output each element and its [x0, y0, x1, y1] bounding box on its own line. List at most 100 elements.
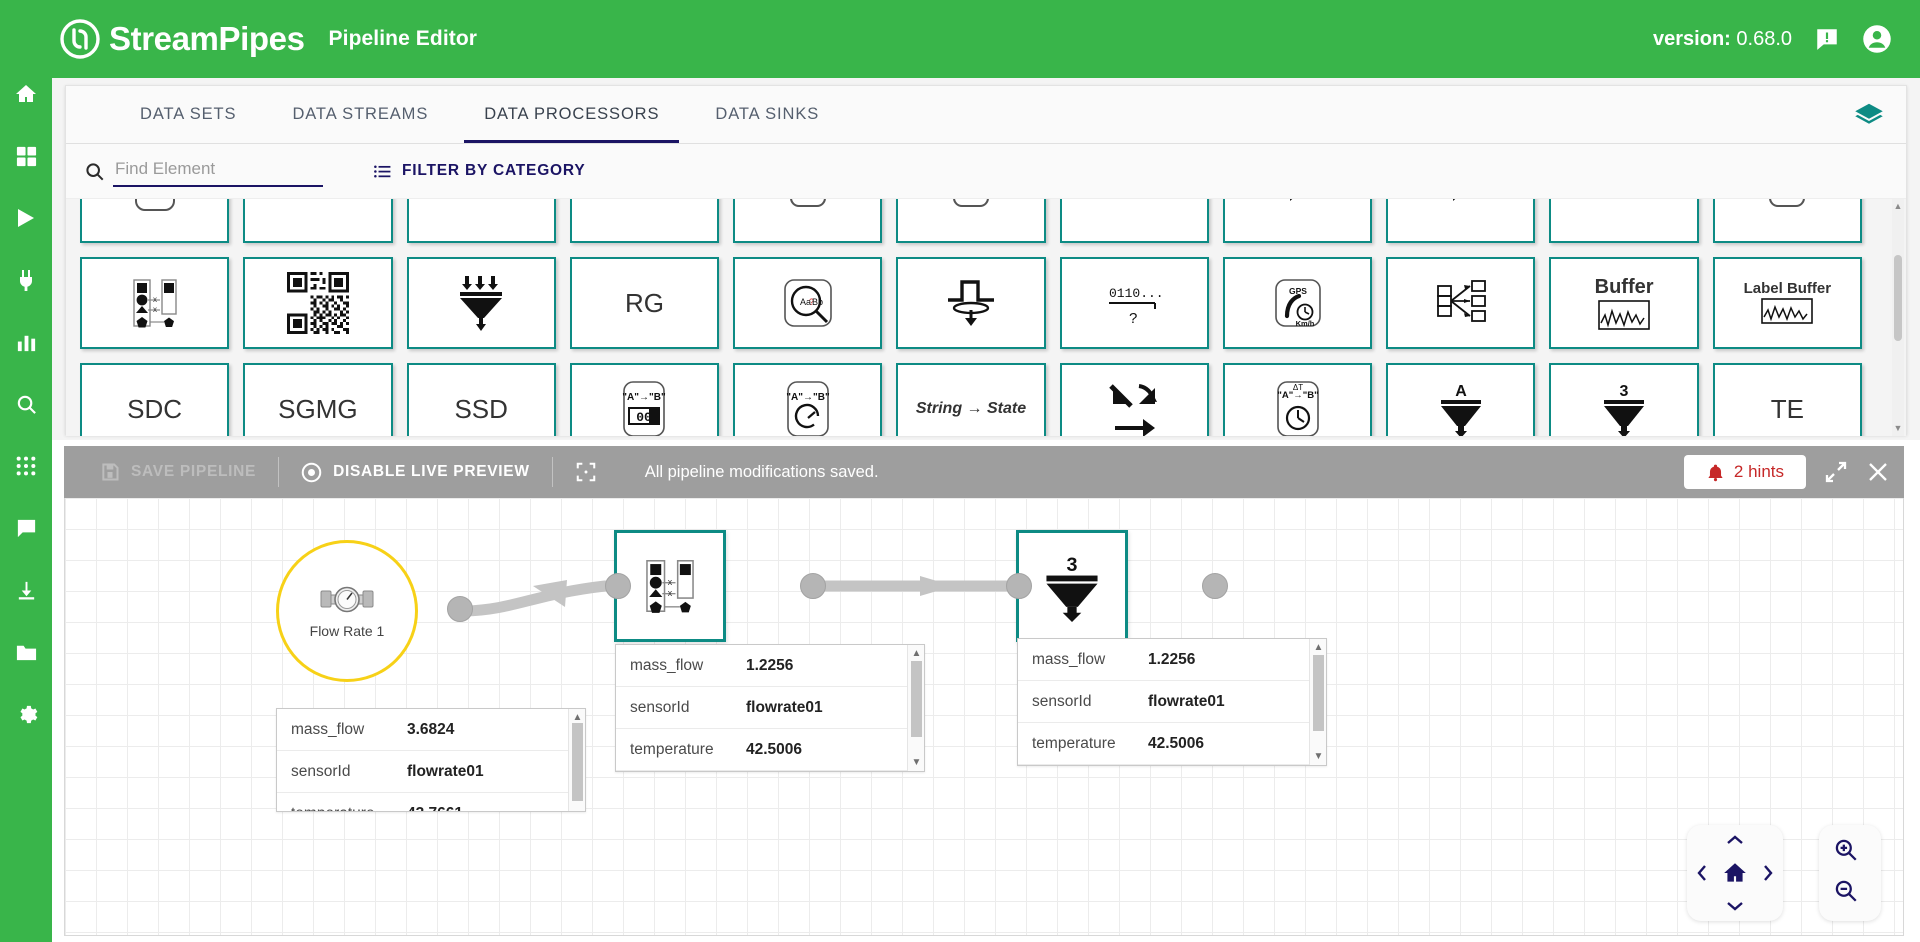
palette-item-binary-decode[interactable]: 0110... ? [1060, 257, 1209, 349]
palette-grid-scroll-area[interactable]: x x [66, 198, 1906, 436]
account-button[interactable] [1862, 24, 1892, 54]
node-flow-rate-1[interactable]: Flow Rate 1 [276, 540, 418, 682]
palette-item-sgmg[interactable]: SGMG [243, 363, 392, 436]
port-sink-input[interactable] [1006, 573, 1032, 599]
scroll-up-arrow[interactable]: ▲ [1893, 201, 1903, 213]
sidebar-item-dashboard[interactable] [0, 130, 52, 182]
palette-item-ssd[interactable]: SSD [407, 363, 556, 436]
search-input[interactable] [113, 155, 323, 187]
preview-scrollbar-thumb[interactable] [1313, 655, 1324, 731]
tab-data-processors[interactable]: DATA PROCESSORS [456, 86, 687, 143]
palette-item-partial-5[interactable] [733, 198, 882, 243]
palette-item-string-to-state[interactable]: String → State [896, 363, 1045, 436]
filter-by-category-button[interactable]: FILTER BY CATEGORY [373, 162, 585, 181]
disable-live-preview-button[interactable]: DISABLE LIVE PREVIEW [279, 446, 552, 498]
tab-data-sets[interactable]: DATA SETS [112, 86, 264, 143]
fit-to-screen-button[interactable] [553, 446, 619, 498]
port-processor-input[interactable] [605, 573, 631, 599]
expand-button[interactable] [1824, 460, 1848, 484]
zoom-out-button[interactable] [1833, 878, 1859, 909]
scroll-up-arrow[interactable]: ▲ [572, 712, 583, 723]
preview-scrollbar[interactable]: ▲ [568, 709, 585, 811]
palette-item-qr-code-reader[interactable] [243, 257, 392, 349]
zoom-in-button[interactable] [1833, 837, 1859, 868]
sidebar-item-search[interactable] [0, 378, 52, 430]
apps-grid-icon [15, 455, 37, 477]
bell-icon [1706, 463, 1725, 482]
sidebar-item-notifications[interactable] [0, 502, 52, 554]
palette-item-sdc[interactable]: SDC [80, 363, 229, 436]
scroll-down-arrow[interactable]: ▼ [1313, 751, 1324, 762]
palette-item-delta-a-to-b[interactable]: "A"→"B" ΔT [1223, 363, 1372, 436]
sidebar-item-data-explorer[interactable] [0, 316, 52, 368]
magnifier-text-icon: Aa ? Bb [779, 274, 837, 332]
sidebar-item-settings[interactable] [0, 688, 52, 740]
palette-item-partial-3[interactable] [407, 198, 556, 243]
palette-item-partial-11[interactable] [1713, 198, 1862, 243]
preview-scrollbar-thumb[interactable] [572, 723, 583, 801]
tab-data-sinks[interactable]: DATA SINKS [687, 86, 847, 143]
port-source-output[interactable] [447, 596, 473, 622]
reset-view-button[interactable] [1719, 857, 1751, 889]
close-button[interactable] [1866, 460, 1890, 484]
palette-item-buffer[interactable]: Buffer [1549, 257, 1698, 349]
palette-item-string-timer[interactable]: "A"→"B" [733, 363, 882, 436]
pan-down-button[interactable] [1721, 893, 1749, 919]
sidebar-item-pipelines[interactable] [0, 192, 52, 244]
feedback-button[interactable] [1814, 26, 1840, 52]
palette-item-funnel-a[interactable]: A [1386, 363, 1535, 436]
palette-item-partial-6[interactable] [896, 198, 1045, 243]
row-key: sensorId [630, 699, 746, 717]
palette-item-funnel-3[interactable]: 3 [1549, 363, 1698, 436]
scroll-up-arrow[interactable]: ▲ [911, 648, 922, 659]
preview-scrollbar-thumb[interactable] [911, 661, 922, 737]
pipeline-canvas[interactable]: Flow Rate 1 x x [64, 498, 1904, 936]
sidebar-item-files[interactable] [0, 626, 52, 678]
palette-item-gps-speed[interactable]: GPS Km/h [1223, 257, 1372, 349]
palette-item-partial-2[interactable] [243, 198, 392, 243]
palette-scrollbar[interactable]: ▲ ▼ [1892, 199, 1904, 436]
palette-item-string-counter[interactable]: "A"→"B" 00 [570, 363, 719, 436]
tab-data-streams[interactable]: DATA STREAMS [264, 86, 456, 143]
palette-item-partial-10[interactable] [1549, 198, 1698, 243]
palette-item-rg[interactable]: RG [570, 257, 719, 349]
palette-item-swap-loop[interactable] [1060, 363, 1209, 436]
scroll-down-arrow[interactable]: ▼ [911, 757, 922, 768]
palette-item-state-machine[interactable]: x x [80, 257, 229, 349]
node-funnel-3[interactable]: 3 [1016, 530, 1128, 642]
palette-item-spell-check[interactable]: Aa ? Bb [733, 257, 882, 349]
palette-item-te[interactable]: TE [1713, 363, 1862, 436]
preview-scrollbar[interactable]: ▲ ▼ [1309, 639, 1326, 765]
brand-logo[interactable]: StreamPipes [52, 19, 305, 59]
preview-table-source[interactable]: mass_flow 3.6824 sensorId flowrate01 tem… [276, 708, 586, 812]
preview-table-sink[interactable]: mass_flow 1.2256 sensorId flowrate01 tem… [1017, 638, 1327, 766]
canvas-pan-controls [1687, 825, 1783, 921]
palette-help-button[interactable] [1854, 86, 1906, 143]
pan-left-button[interactable] [1689, 860, 1715, 886]
palette-item-partial-9[interactable] [1386, 198, 1535, 243]
sidebar-item-connect[interactable] [0, 254, 52, 306]
scroll-up-arrow[interactable]: ▲ [1313, 642, 1324, 653]
palette-item-filter-multi[interactable] [407, 257, 556, 349]
port-sink-output[interactable] [1202, 573, 1228, 599]
palette-item-label-buffer[interactable]: Label Buffer [1713, 257, 1862, 349]
page-title: Pipeline Editor [329, 27, 478, 51]
palette-item-partial-7[interactable] [1060, 198, 1209, 243]
palette-item-partial-8[interactable] [1223, 198, 1372, 243]
sidebar-item-apps[interactable] [0, 440, 52, 492]
palette-scrollbar-thumb[interactable] [1894, 255, 1902, 341]
table-row: mass_flow 3.6824 [277, 709, 585, 751]
pan-up-button[interactable] [1721, 827, 1749, 853]
pan-right-button[interactable] [1755, 860, 1781, 886]
palette-item-split-branch[interactable] [1386, 257, 1535, 349]
hints-badge[interactable]: 2 hints [1684, 455, 1806, 489]
preview-scrollbar[interactable]: ▲ ▼ [907, 645, 924, 771]
save-pipeline-button[interactable]: SAVE PIPELINE [78, 446, 278, 498]
port-processor-output[interactable] [800, 573, 826, 599]
sidebar-item-install[interactable] [0, 564, 52, 616]
preview-table-processor[interactable]: mass_flow 1.2256 sensorId flowrate01 tem… [615, 644, 925, 772]
scroll-down-arrow[interactable]: ▼ [1893, 423, 1903, 435]
palette-item-partial-1[interactable] [80, 198, 229, 243]
palette-item-partial-4[interactable] [570, 198, 719, 243]
palette-item-signal-edge[interactable] [896, 257, 1045, 349]
